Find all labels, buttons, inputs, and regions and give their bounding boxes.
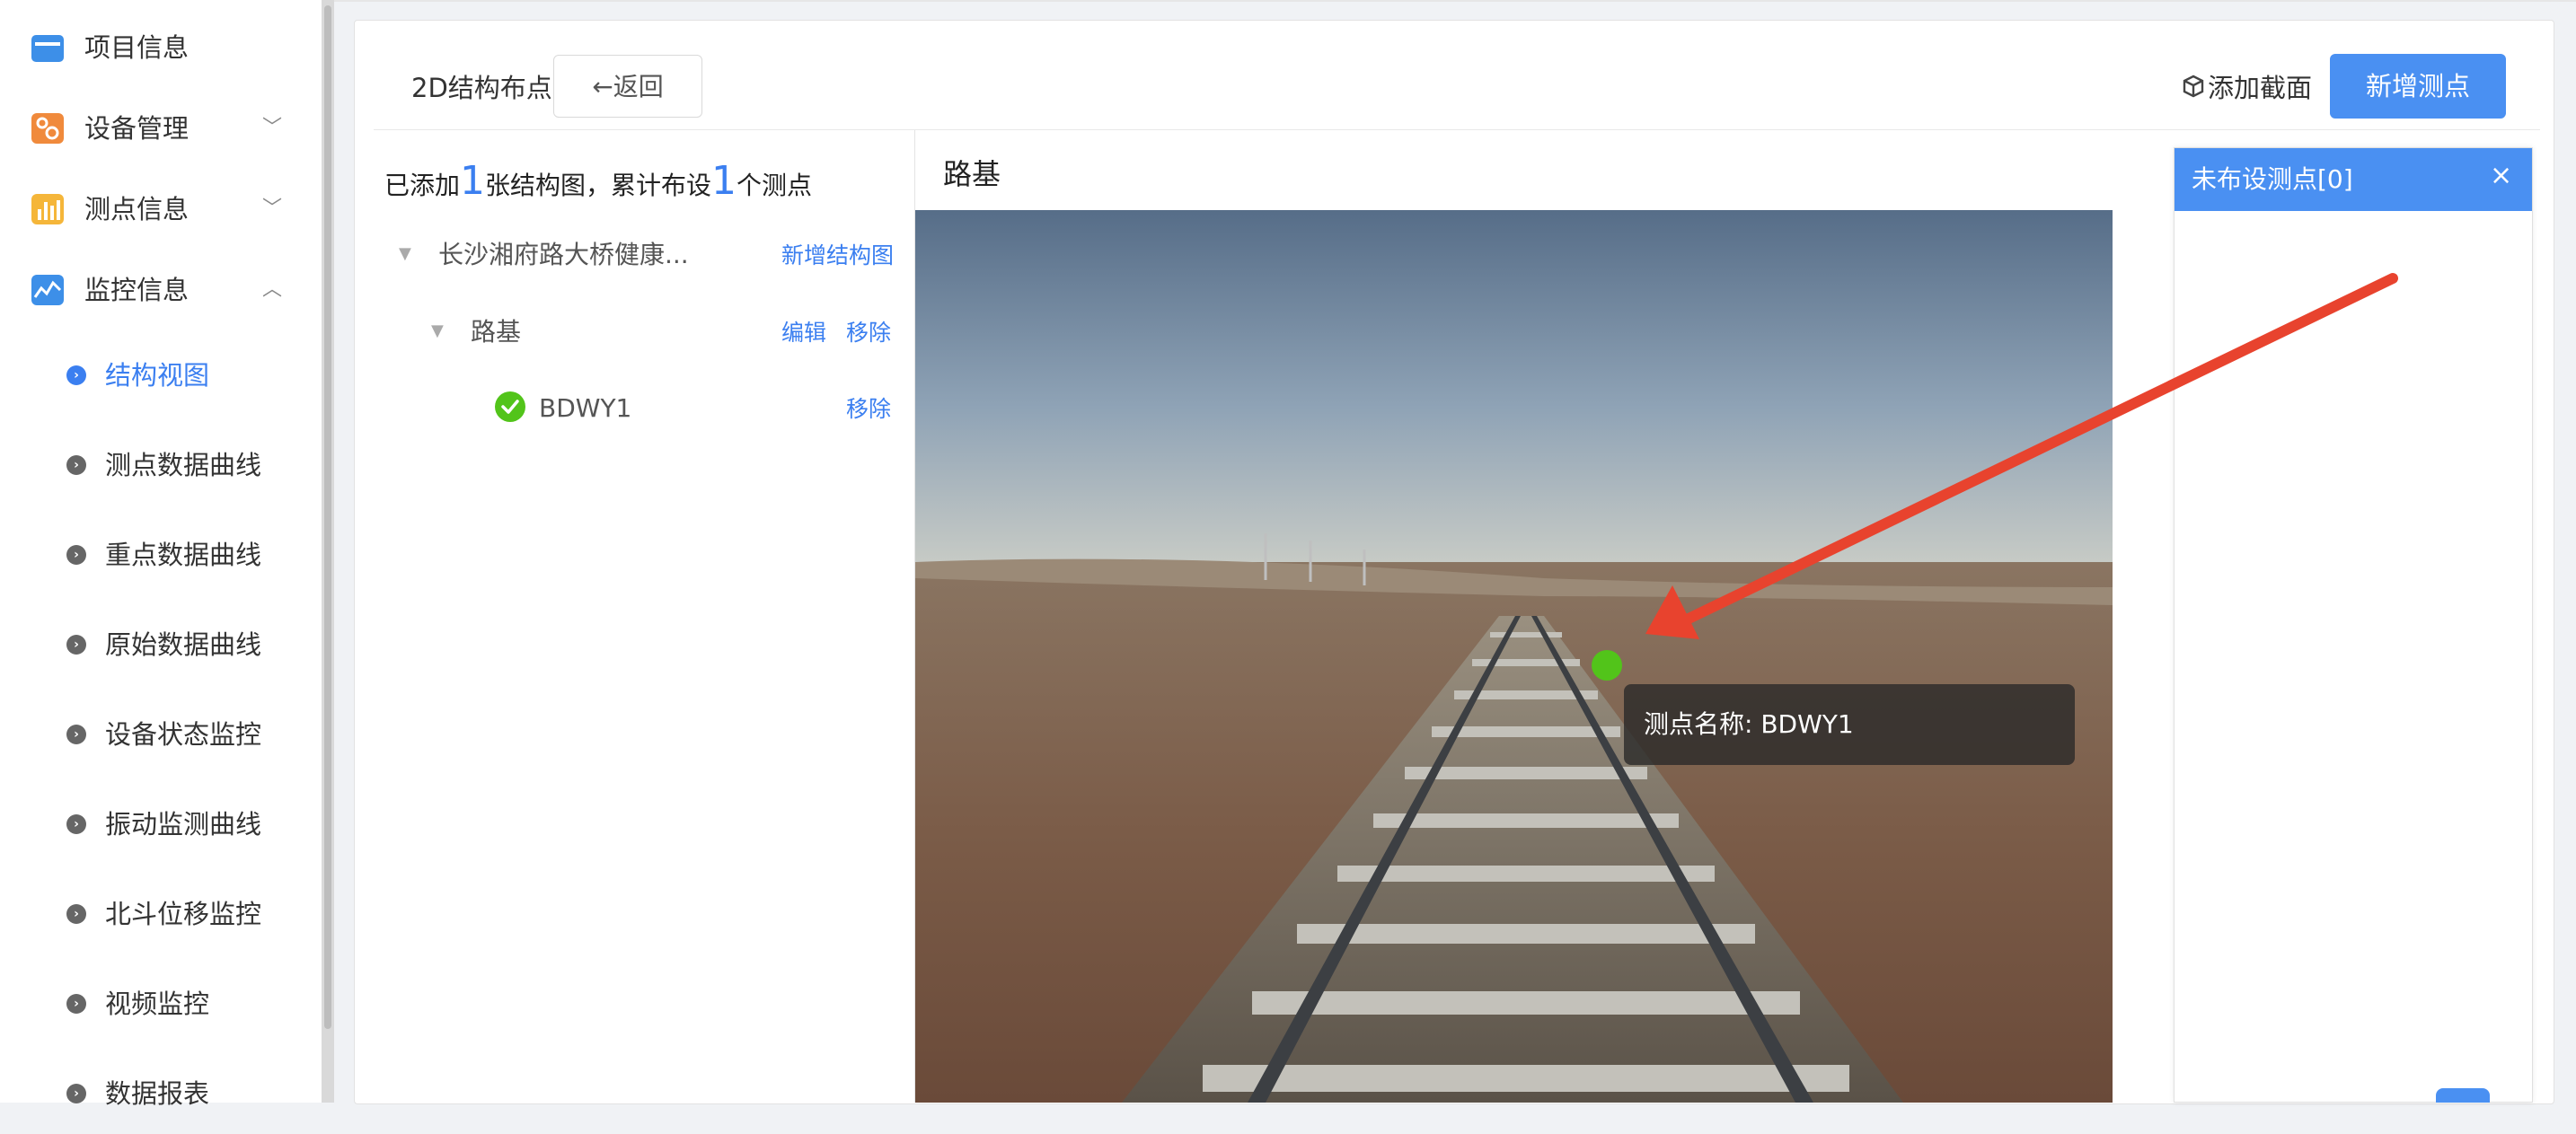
- measure-point-marker[interactable]: [1592, 650, 1622, 681]
- sidebar-item-point-info[interactable]: 测点信息 ﹀: [0, 169, 322, 250]
- bar-chart-icon: [31, 194, 64, 224]
- page-title: 2D结构布点: [411, 73, 552, 103]
- sidebar-subitem-label: 设备状态监控: [105, 719, 262, 750]
- summary-text: 已添加1张结构图，累计布设1个测点: [384, 158, 812, 209]
- add-structure-link[interactable]: 新增结构图: [781, 240, 894, 272]
- chevron-down-icon: ﹀: [262, 117, 283, 139]
- unassigned-points-panel: [2174, 147, 2533, 1103]
- sidebar-item-label: 项目信息: [84, 32, 190, 63]
- chevron-right-icon: ›: [66, 994, 86, 1014]
- point-tooltip: 测点名称: BDWY1: [1624, 684, 2075, 765]
- chevron-right-icon: ›: [66, 725, 86, 744]
- point-count: 1: [711, 158, 737, 204]
- tree-node-root[interactable]: ▼ 长沙湘府路大桥健康... 新增结构图: [399, 228, 902, 282]
- check-circle-icon: [494, 391, 526, 426]
- chevron-right-icon: ›: [66, 545, 86, 565]
- sidebar-subitem-key-data-curve[interactable]: › 重点数据曲线: [0, 514, 322, 595]
- sidebar-scrollbar[interactable]: [322, 0, 334, 1103]
- railway-photo: [915, 210, 2113, 1103]
- panel-collapse-tab[interactable]: [2436, 1088, 2490, 1103]
- add-section-button[interactable]: 添加截面: [2181, 70, 2312, 108]
- image-panel-title: 路基: [943, 157, 1001, 191]
- structure-image[interactable]: [915, 210, 2113, 1103]
- summary-suffix: 个测点: [737, 171, 813, 200]
- sidebar-subitem-vibration-curve[interactable]: › 振动监测曲线: [0, 784, 322, 865]
- sidebar-subitem-beidou-displacement[interactable]: › 北斗位移监控: [0, 874, 322, 954]
- sidebar-subitem-data-report[interactable]: › 数据报表: [0, 1053, 322, 1134]
- back-button[interactable]: ←返回: [553, 55, 702, 118]
- sidebar-item-project-info[interactable]: 项目信息: [0, 7, 322, 88]
- tree-node-label: BDWY1: [539, 393, 632, 423]
- chevron-right-icon: ›: [66, 365, 86, 385]
- chevron-down-icon: ﹀: [262, 198, 283, 220]
- add-point-button[interactable]: 新增测点: [2330, 54, 2506, 119]
- caret-down-icon[interactable]: ▼: [431, 321, 444, 340]
- chevron-right-icon: ›: [66, 455, 86, 475]
- sidebar-subitem-video-monitor[interactable]: › 视频监控: [0, 963, 322, 1044]
- sidebar-item-label: 测点信息: [84, 194, 190, 224]
- sidebar-subitem-device-status[interactable]: › 设备状态监控: [0, 694, 322, 775]
- sidebar-subitem-label: 原始数据曲线: [105, 629, 262, 660]
- sidebar-item-label: 监控信息: [84, 275, 190, 305]
- tree-node-point[interactable]: BDWY1 移除: [494, 382, 902, 435]
- top-border: [334, 0, 2576, 2]
- tree-node-label: 长沙湘府路大桥健康...: [438, 240, 689, 269]
- chevron-right-icon: ›: [66, 635, 86, 655]
- add-section-label: 添加截面: [2208, 73, 2313, 103]
- sidebar: 项目信息 设备管理 ﹀ 测点信息 ﹀ 监控信息 ︿ › 结构视图 › 测点数据曲…: [0, 0, 322, 1109]
- sidebar-item-label: 设备管理: [84, 113, 190, 144]
- folder-icon: [31, 35, 64, 62]
- caret-down-icon[interactable]: ▼: [399, 244, 411, 263]
- chevron-up-icon: ︿: [262, 278, 283, 301]
- edit-link[interactable]: 编辑: [781, 317, 826, 349]
- sidebar-subitem-structure-view[interactable]: › 结构视图: [0, 335, 322, 416]
- sidebar-subitem-label: 数据报表: [105, 1078, 210, 1109]
- tree-node-label: 路基: [471, 317, 522, 347]
- unassigned-panel-title: 未布设测点[0]: [2192, 164, 2353, 194]
- sidebar-item-device-management[interactable]: 设备管理 ﹀: [0, 88, 322, 169]
- cube-icon: [2181, 72, 2206, 108]
- summary-middle: 张结构图，累计布设: [485, 171, 712, 200]
- chevron-right-icon: ›: [66, 904, 86, 924]
- remove-point-link[interactable]: 移除: [846, 393, 891, 426]
- chevron-right-icon: ›: [66, 1084, 86, 1103]
- device-settings-icon: [31, 113, 64, 144]
- line-chart-icon: [31, 275, 64, 305]
- remove-section-link[interactable]: 移除: [846, 317, 891, 349]
- sidebar-subitem-raw-data-curve[interactable]: › 原始数据曲线: [0, 604, 322, 685]
- tree-node-section[interactable]: ▼ 路基 编辑 移除: [431, 305, 902, 359]
- sidebar-subitem-point-data-curve[interactable]: › 测点数据曲线: [0, 425, 322, 505]
- close-icon[interactable]: ×: [2490, 158, 2512, 194]
- sidebar-subitem-label: 北斗位移监控: [105, 899, 262, 929]
- sidebar-subitem-label: 视频监控: [105, 989, 210, 1019]
- summary-prefix: 已添加: [384, 171, 461, 200]
- sidebar-subitem-label: 振动监测曲线: [105, 809, 262, 840]
- sidebar-item-monitoring-info[interactable]: 监控信息 ︿: [0, 250, 322, 330]
- sidebar-subitem-label: 结构视图: [105, 360, 210, 391]
- structure-count: 1: [460, 158, 486, 204]
- chevron-right-icon: ›: [66, 814, 86, 834]
- sidebar-subitem-label: 重点数据曲线: [105, 540, 262, 570]
- sidebar-subitem-label: 测点数据曲线: [105, 450, 262, 480]
